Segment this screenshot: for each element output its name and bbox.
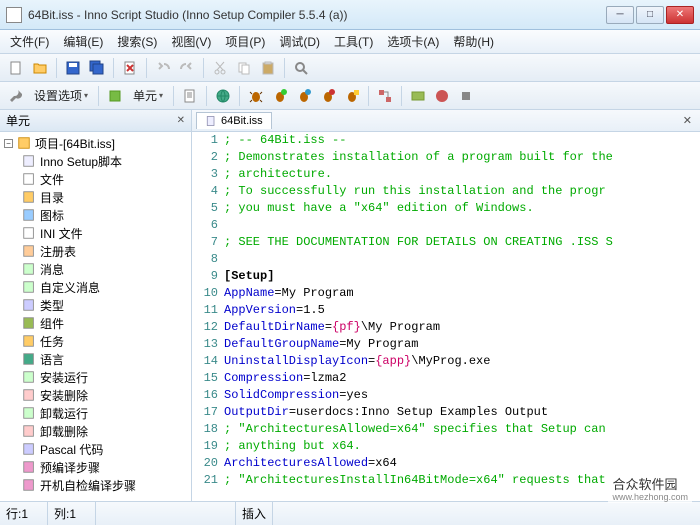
tree-item[interactable]: 目录 (0, 188, 191, 206)
save-icon[interactable] (63, 58, 83, 78)
maximize-button[interactable]: □ (636, 6, 664, 24)
bug-2-icon[interactable] (270, 86, 290, 106)
save-all-icon[interactable] (87, 58, 107, 78)
script-icon[interactable] (180, 86, 200, 106)
search-icon[interactable] (291, 58, 311, 78)
minimize-button[interactable]: ─ (606, 6, 634, 24)
close-button[interactable]: ✕ (666, 6, 694, 24)
sidebar-panel: 单元 ✕ −项目-[64Bit.iss]Inno Setup脚本文件目录图标IN… (0, 110, 192, 501)
redo-icon[interactable] (177, 58, 197, 78)
bug-3-icon[interactable] (294, 86, 314, 106)
sidebar-close-icon[interactable]: ✕ (177, 115, 185, 126)
compile-icon[interactable] (408, 86, 428, 106)
tree-item[interactable]: 自定义消息 (0, 278, 191, 296)
tree-item[interactable]: 语言 (0, 350, 191, 368)
delete-icon[interactable] (120, 58, 140, 78)
tree-item[interactable]: Pascal 代码 (0, 440, 191, 458)
paste-icon[interactable] (258, 58, 278, 78)
tree-item[interactable]: 文件 (0, 170, 191, 188)
new-icon[interactable] (6, 58, 26, 78)
tree-item[interactable]: 任务 (0, 332, 191, 350)
menu-help[interactable]: 帮助(H) (447, 31, 500, 52)
tab-close-icon[interactable]: ✕ (679, 114, 696, 127)
module-icon[interactable] (105, 86, 125, 106)
undo-icon[interactable] (153, 58, 173, 78)
project-tree[interactable]: −项目-[64Bit.iss]Inno Setup脚本文件目录图标INI 文件注… (0, 132, 191, 501)
menu-project[interactable]: 项目(P) (219, 31, 271, 52)
tree-item[interactable]: INI 文件 (0, 224, 191, 242)
editor-tab-bar: 64Bit.iss ✕ (192, 110, 700, 132)
tree-item[interactable]: 注册表 (0, 242, 191, 260)
copy-icon[interactable] (234, 58, 254, 78)
title-bar: 64Bit.iss - Inno Script Studio (Inno Set… (0, 0, 700, 30)
menu-search[interactable]: 搜索(S) (111, 31, 163, 52)
menu-edit[interactable]: 编辑(E) (57, 31, 109, 52)
sidebar-header: 单元 ✕ (0, 110, 191, 132)
editor-tab[interactable]: 64Bit.iss (196, 112, 272, 129)
tree-item[interactable]: 卸载删除 (0, 422, 191, 440)
watermark: 合众软件园 www.hezhong.com (608, 473, 692, 503)
tree-item[interactable]: Inno Setup脚本 (0, 152, 191, 170)
code-editor[interactable]: 1; -- 64Bit.iss --2; Demonstrates instal… (192, 132, 700, 501)
step-icon[interactable] (375, 86, 395, 106)
tree-item[interactable]: 图标 (0, 206, 191, 224)
toolbar-main (0, 54, 700, 82)
tab-label: 64Bit.iss (221, 115, 263, 127)
cut-icon[interactable] (210, 58, 230, 78)
tree-item[interactable]: 安装删除 (0, 386, 191, 404)
window-title: 64Bit.iss - Inno Script Studio (Inno Set… (28, 8, 606, 22)
menu-file[interactable]: 文件(F) (4, 31, 55, 52)
tree-item[interactable]: 安装运行 (0, 368, 191, 386)
insert-mode: 插入 (236, 502, 273, 525)
menu-view[interactable]: 视图(V) (165, 31, 217, 52)
menu-bar: 文件(F) 编辑(E) 搜索(S) 视图(V) 项目(P) 调试(D) 工具(T… (0, 30, 700, 54)
stop-icon[interactable] (456, 86, 476, 106)
tree-root[interactable]: −项目-[64Bit.iss] (0, 134, 191, 152)
wrench-icon[interactable] (6, 86, 26, 106)
file-icon (205, 115, 217, 127)
status-bar: 行: 1 列: 1 插入 (0, 501, 700, 525)
settings-options[interactable]: 设置选项▾ (30, 87, 92, 104)
tree-item[interactable]: 卸载运行 (0, 404, 191, 422)
tree-item[interactable]: 组件 (0, 314, 191, 332)
bug-4-icon[interactable] (318, 86, 338, 106)
unit-dropdown[interactable]: 单元▾ (129, 87, 167, 104)
tree-item[interactable]: 类型 (0, 296, 191, 314)
globe-icon[interactable] (213, 86, 233, 106)
menu-tabs[interactable]: 选项卡(A) (381, 31, 445, 52)
menu-tools[interactable]: 工具(T) (328, 31, 379, 52)
bug-5-icon[interactable] (342, 86, 362, 106)
app-icon (6, 7, 22, 23)
sidebar-title: 单元 (6, 112, 30, 129)
editor-area: 64Bit.iss ✕ 1; -- 64Bit.iss --2; Demonst… (192, 110, 700, 501)
open-icon[interactable] (30, 58, 50, 78)
tree-item[interactable]: 预编译步骤 (0, 458, 191, 476)
menu-debug[interactable]: 调试(D) (273, 31, 326, 52)
tree-item[interactable]: 开机自检编译步骤 (0, 476, 191, 494)
toolbar-secondary: 设置选项▾ 单元▾ (0, 82, 700, 110)
bug-1-icon[interactable] (246, 86, 266, 106)
tree-item[interactable]: 消息 (0, 260, 191, 278)
run-icon[interactable] (432, 86, 452, 106)
